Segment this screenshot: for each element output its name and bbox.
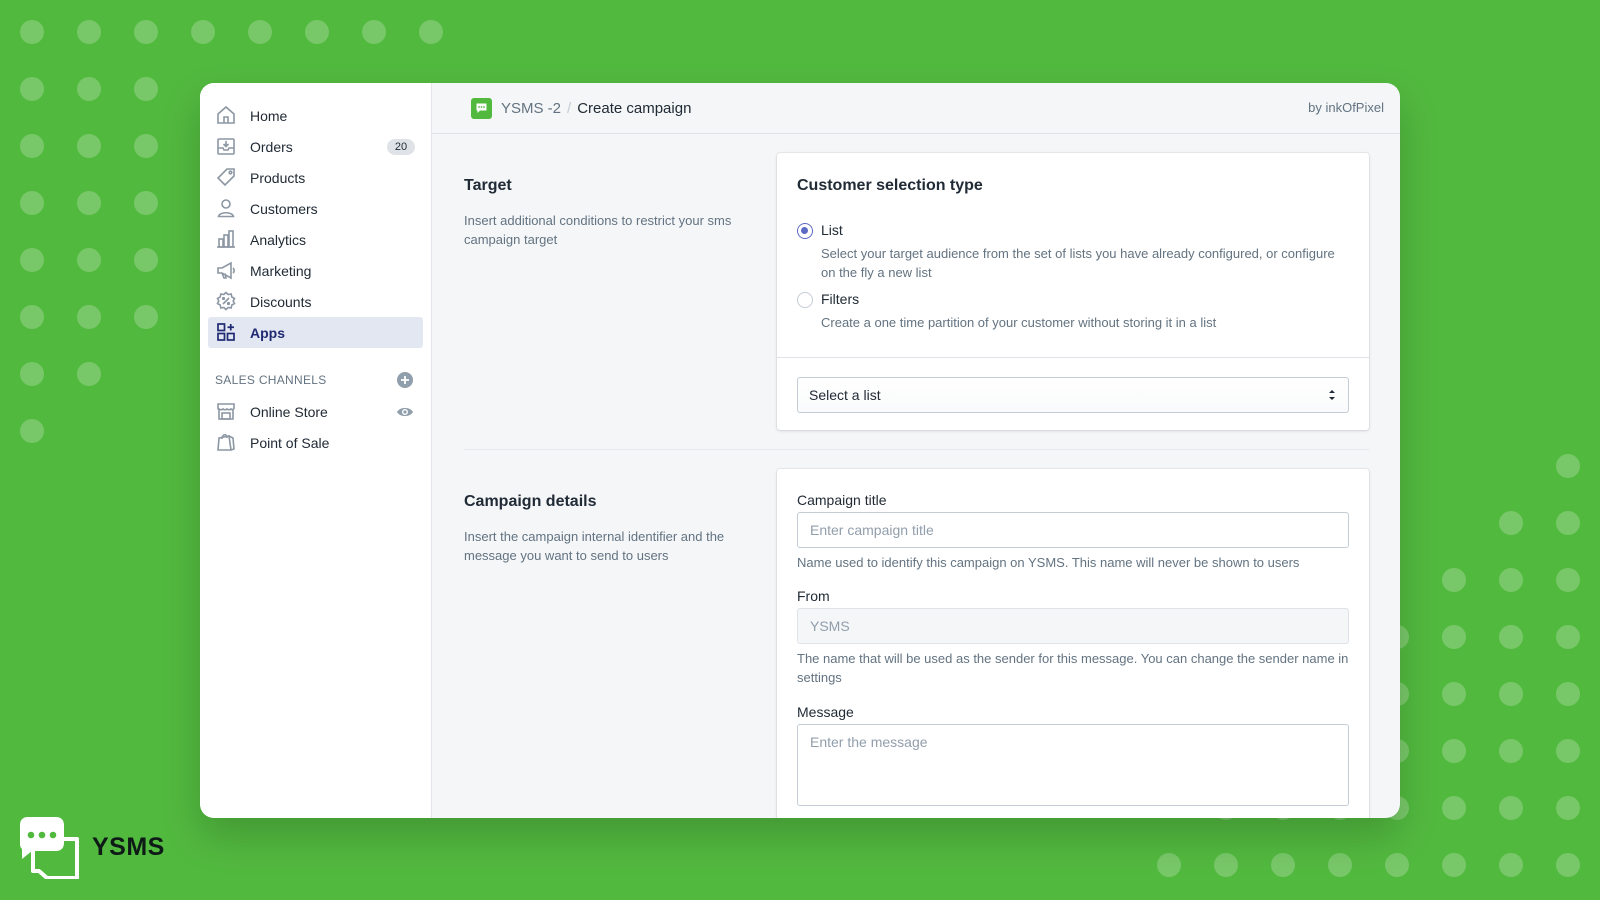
- from-input[interactable]: [797, 608, 1349, 644]
- sidebar-item-apps[interactable]: Apps: [208, 317, 423, 348]
- add-circle-icon[interactable]: [396, 371, 414, 389]
- list-radio-label[interactable]: List: [821, 222, 843, 238]
- sidebar-item-customers[interactable]: Customers: [208, 193, 423, 224]
- eye-icon[interactable]: [396, 403, 414, 421]
- target-section-title: Target: [464, 177, 512, 194]
- sidebar-item-products[interactable]: Products: [208, 162, 423, 193]
- sidebar-item-point-of-sale[interactable]: Point of Sale: [208, 427, 423, 458]
- home-icon: [217, 105, 235, 124]
- sidebar: Home Orders 20 Products Customers Analyt…: [200, 83, 432, 818]
- tag-icon: [216, 168, 235, 187]
- sidebar-item-orders[interactable]: Orders 20: [208, 131, 423, 162]
- list-select[interactable]: Select a list: [797, 377, 1349, 413]
- sidebar-item-label: Orders: [250, 138, 293, 155]
- sidebar-item-discounts[interactable]: Discounts: [208, 286, 423, 317]
- campaign-details-card: Campaign title Name used to identify thi…: [777, 469, 1369, 818]
- discount-icon: [216, 291, 236, 311]
- page-title: Create campaign: [577, 99, 692, 117]
- developer-byline: by inkOfPixel: [1308, 100, 1384, 115]
- campaign-title-help: Name used to identify this campaign on Y…: [797, 555, 1300, 570]
- list-select-value: Select a list: [809, 387, 881, 403]
- brand-name: YSMS: [92, 832, 165, 861]
- sidebar-item-label: Home: [250, 107, 288, 124]
- ysms-logo-icon: [20, 817, 79, 879]
- sidebar-item-home[interactable]: Home: [208, 100, 423, 131]
- sidebar-item-label: Analytics: [250, 231, 307, 248]
- sidebar-item-label: Customers: [250, 200, 318, 217]
- details-section-title: Campaign details: [464, 493, 597, 510]
- shopping-bag-icon: [217, 433, 235, 451]
- customer-selection-title: Customer selection type: [797, 177, 983, 194]
- sidebar-item-label: Apps: [250, 324, 285, 341]
- filters-radio[interactable]: [797, 292, 813, 308]
- target-section-description: Insert additional conditions to restrict…: [464, 213, 732, 247]
- sales-channels-header: SALES CHANNELS: [208, 368, 423, 392]
- message-label: Message: [797, 704, 854, 720]
- sidebar-item-label: Products: [250, 169, 306, 186]
- person-icon: [217, 199, 235, 218]
- apps-icon: [217, 323, 235, 341]
- sidebar-item-label: Online Store: [250, 403, 328, 420]
- message-textarea[interactable]: [797, 724, 1349, 806]
- campaign-title-label: Campaign title: [797, 492, 887, 508]
- campaign-title-input[interactable]: [797, 512, 1349, 548]
- details-section-description: Insert the campaign internal identifier …: [464, 529, 725, 563]
- sidebar-item-marketing[interactable]: Marketing: [208, 255, 423, 286]
- select-arrows-icon: [1329, 390, 1335, 400]
- top-bar: YSMS -2 / Create campaign by inkOfPixel: [432, 83, 1400, 134]
- store-icon: [217, 403, 235, 420]
- orders-count-badge: 20: [387, 139, 415, 155]
- list-radio-help: Select your target audience from the set…: [821, 246, 1335, 280]
- customer-selection-card: Customer selection type List Select your…: [777, 153, 1369, 430]
- ysms-app-icon: [471, 97, 492, 119]
- sidebar-item-label: Point of Sale: [250, 434, 330, 451]
- from-help: The name that will be used as the sender…: [797, 651, 1349, 685]
- breadcrumb-separator: /: [567, 99, 572, 117]
- list-radio[interactable]: [797, 223, 813, 239]
- sidebar-item-label: Marketing: [250, 262, 312, 279]
- sidebar-item-online-store[interactable]: Online Store: [208, 396, 423, 427]
- orders-icon: [217, 138, 235, 155]
- megaphone-icon: [217, 261, 235, 280]
- breadcrumb-app-link[interactable]: YSMS -2: [501, 100, 561, 117]
- from-label: From: [797, 588, 830, 604]
- sales-channels-title: SALES CHANNELS: [215, 373, 327, 387]
- ysms-brand: YSMS: [18, 815, 165, 879]
- card-divider: [777, 357, 1369, 358]
- sidebar-item-label: Discounts: [250, 293, 312, 310]
- sidebar-item-analytics[interactable]: Analytics: [208, 224, 423, 255]
- filters-radio-label[interactable]: Filters: [821, 291, 859, 307]
- main-content: YSMS -2 / Create campaign by inkOfPixel …: [432, 83, 1400, 818]
- filters-radio-help: Create a one time partition of your cust…: [821, 315, 1217, 330]
- bar-chart-icon: [217, 230, 235, 248]
- app-window: Home Orders 20 Products Customers Analyt…: [200, 83, 1400, 818]
- section-divider: [464, 449, 1369, 450]
